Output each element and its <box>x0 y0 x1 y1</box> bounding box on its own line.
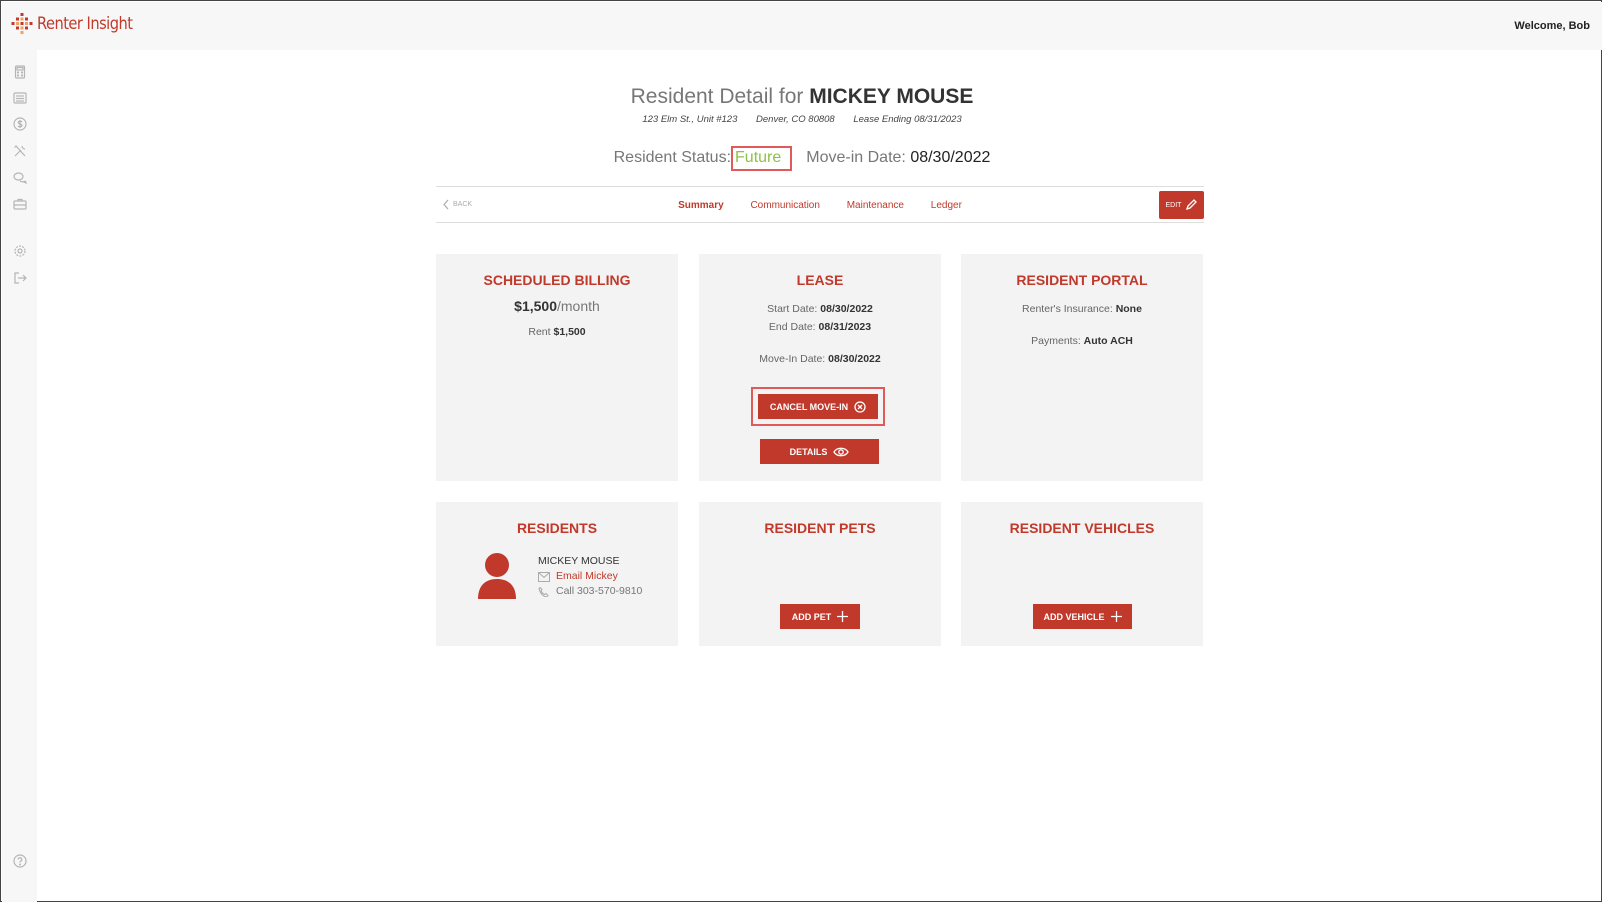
avatar <box>476 552 518 600</box>
resident-name: MICKEY MOUSE <box>809 85 974 108</box>
payments-line: Payments: Auto ACH <box>1031 335 1133 347</box>
chat-icon[interactable] <box>12 170 28 186</box>
gear-icon[interactable] <box>12 243 28 259</box>
residents-card: RESIDENTS MICKEY MOUSE Email Mickey Call… <box>436 502 678 646</box>
card-title: RESIDENTS <box>516 520 598 536</box>
logo[interactable]: Renter Insight <box>10 12 148 36</box>
pencil-icon <box>1186 199 1198 211</box>
scheduled-billing-card: SCHEDULED BILLING $1,500/month Rent $1,5… <box>436 254 678 481</box>
city: Denver, CO 80808 <box>756 114 835 125</box>
logout-icon[interactable] <box>12 270 28 286</box>
card-title: RESIDENT PETS <box>764 520 876 536</box>
lease-end: End Date: 08/31/2023 <box>768 321 872 333</box>
card-title: LEASE <box>796 272 844 288</box>
resident-info: MICKEY MOUSE Email Mickey Call 303-570-9… <box>538 554 642 600</box>
tab-maintenance[interactable]: Maintenance <box>847 200 904 211</box>
movein-label: Move-in Date: <box>806 149 906 166</box>
phone-icon <box>538 586 549 597</box>
status-line: Resident Status: Future Move-in Date: 08/3… <box>1 146 1602 171</box>
address-line: 123 Elm St., Unit #123 Denver, CO 80808 … <box>1 114 1602 125</box>
add-pet-button[interactable]: ADD PET <box>780 604 860 629</box>
brand-name: Renter Insight <box>37 14 133 34</box>
calculator-icon[interactable] <box>12 64 28 80</box>
lease-start: Start Date: 08/30/2022 <box>767 303 873 315</box>
tab-communication[interactable]: Communication <box>750 200 819 211</box>
movein-date: 08/30/2022 <box>910 149 991 166</box>
insurance-line: Renter's Insurance: None <box>1022 303 1142 315</box>
resident-row: MICKEY MOUSE Email Mickey Call 303-570-9… <box>476 552 642 600</box>
plus-icon <box>837 611 849 622</box>
eye-icon <box>833 447 850 456</box>
address: 123 Elm St., Unit #123 <box>642 114 738 125</box>
card-title: RESIDENT VEHICLES <box>1009 520 1155 536</box>
app-window: Renter Insight Welcome, Bob Resident Det… <box>0 0 1602 902</box>
help-icon[interactable] <box>12 853 28 869</box>
details-button[interactable]: DETAILS <box>760 439 879 464</box>
resident-pets-card: RESIDENT PETS ADD PET <box>699 502 941 646</box>
cancel-move-in-button[interactable]: CANCEL MOVE-IN <box>758 394 878 419</box>
user-icon <box>478 553 516 599</box>
status-highlight: Future <box>731 146 793 171</box>
tabs: Summary Communication Maintenance Ledger <box>436 200 1204 211</box>
email-link[interactable]: Email Mickey <box>538 569 642 584</box>
resident-portal-card: RESIDENT PORTAL Renter's Insurance: None… <box>961 254 1203 481</box>
card-title: RESIDENT PORTAL <box>1016 272 1148 288</box>
welcome-user[interactable]: Welcome, Bob <box>1514 20 1590 32</box>
status-badge: Future <box>735 149 782 166</box>
resident-name: MICKEY MOUSE <box>538 555 620 567</box>
status-label: Resident Status: <box>613 149 732 166</box>
lease-ending: Lease Ending 08/31/2023 <box>853 114 962 125</box>
tab-ledger[interactable]: Ledger <box>931 200 962 211</box>
lease-card: LEASE Start Date: 08/30/2022 End Date: 0… <box>699 254 941 481</box>
top-bar: Renter Insight Welcome, Bob <box>2 2 1602 50</box>
card-title: SCHEDULED BILLING <box>483 272 631 288</box>
page-title: Resident Detail for MICKEY MOUSE <box>630 85 974 108</box>
add-vehicle-button[interactable]: ADD VEHICLE <box>1033 604 1132 629</box>
close-circle-icon <box>854 400 866 413</box>
briefcase-icon[interactable] <box>12 196 28 212</box>
edit-button[interactable]: EDIT <box>1159 191 1204 219</box>
envelope-icon <box>538 571 550 582</box>
billing-amount: $1,500/month <box>514 298 600 314</box>
logo-icon <box>11 13 33 34</box>
resident-vehicles-card: RESIDENT VEHICLES ADD VEHICLE <box>961 502 1203 646</box>
rent-line: Rent $1,500 <box>528 326 586 338</box>
tab-summary[interactable]: Summary <box>678 200 724 211</box>
lease-movein: Move-In Date: 08/30/2022 <box>759 353 881 365</box>
cancel-highlight: CANCEL MOVE-IN <box>751 387 885 426</box>
plus-icon <box>1110 611 1122 622</box>
tab-bar: BACK Summary Communication Maintenance L… <box>436 186 1204 223</box>
call-link[interactable]: Call 303-570-9810 <box>538 584 642 599</box>
sidebar <box>2 50 37 902</box>
